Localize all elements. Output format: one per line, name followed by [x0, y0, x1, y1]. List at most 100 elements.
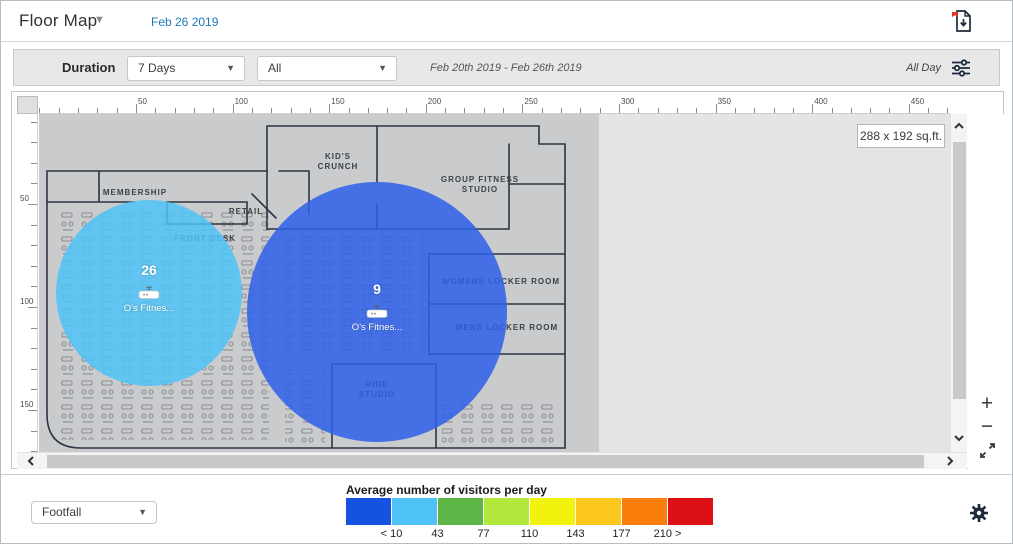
floor-size-badge: 288 x 192 sq.ft. [857, 124, 945, 148]
room-label: MEMBERSHIP [102, 188, 168, 197]
ruler-tick [696, 108, 698, 113]
ruler-major-tick [136, 104, 137, 113]
ruler-tick [734, 108, 736, 113]
ruler-tick [31, 327, 37, 329]
scroll-right-icon[interactable] [942, 453, 958, 469]
zoom-out-button[interactable]: − [976, 416, 998, 439]
legend-boundary-label: 143 [566, 528, 585, 540]
horizontal-scrollbar[interactable] [17, 452, 967, 469]
page-title[interactable]: Floor Map [19, 11, 97, 31]
sensor-icon [138, 286, 160, 299]
legend-boundary-label: 77 [477, 528, 490, 540]
scroll-left-icon[interactable] [23, 453, 39, 469]
ruler-tick [31, 245, 37, 247]
ruler-tick [31, 286, 37, 288]
sliders-icon [952, 59, 970, 77]
horizontal-scroll-thumb[interactable] [47, 455, 924, 468]
metric-select[interactable]: Footfall ▼ [31, 501, 157, 524]
duration-select-value: 7 Days [138, 61, 176, 75]
ruler-tick [31, 368, 37, 370]
zone-select-value: All [268, 61, 282, 75]
header: Floor Map ▼ Feb 26 2019 [1, 1, 1012, 42]
sensor-icon [366, 305, 388, 318]
date-range-text: Feb 20th 2019 - Feb 26th 2019 [430, 62, 582, 74]
vertical-ruler: 50 100 150 [17, 114, 38, 452]
ruler-tick-label: 200 [427, 97, 442, 106]
gear-icon [970, 504, 988, 522]
export-report-icon [952, 10, 971, 32]
ruler-tick [367, 108, 369, 113]
sensor-iconwrap [137, 284, 161, 305]
ruler-tick [599, 108, 601, 113]
ruler-tick [561, 108, 563, 113]
ruler-major-tick [715, 104, 717, 113]
ruler-tick [31, 389, 37, 391]
ruler-tick [889, 108, 891, 113]
ruler-tick [792, 108, 794, 113]
legend-boundary-label: 210 > [653, 528, 682, 540]
ruler-tick [387, 108, 389, 113]
legend-boundary-label: 110 [520, 528, 539, 540]
legend-swatch [346, 498, 391, 525]
legend-swatch [622, 498, 667, 525]
ruler-tick [754, 108, 756, 113]
ruler-tick [174, 108, 176, 113]
time-filter-button[interactable] [951, 58, 973, 80]
room-label: RETAIL [228, 207, 264, 216]
sensor-visitor-count: 9 [373, 281, 381, 297]
title-dropdown-caret-icon[interactable]: ▼ [94, 14, 105, 26]
ruler-tick [58, 108, 60, 113]
ruler-tick [31, 224, 37, 226]
ruler-tick [31, 348, 37, 350]
chevron-down-icon: ▼ [138, 507, 147, 517]
ruler-tick [657, 108, 659, 113]
legend-scale-labels: < 10 43 77 110 143 177 210 > [346, 528, 714, 541]
duration-label: Duration [62, 60, 116, 75]
ruler-tick [503, 108, 505, 113]
map-panel: 50 100 150 200 250 300 350 400 450 50 100 150 [11, 91, 1004, 469]
legend-swatch [438, 498, 483, 525]
ruler-tick-label: 150 [20, 400, 34, 409]
ruler-tick [850, 108, 852, 113]
legend-title: Average number of visitors per day [346, 483, 547, 497]
ruler-tick [773, 108, 775, 113]
ruler-tick [31, 121, 37, 123]
settings-button[interactable] [968, 502, 990, 524]
ruler-major-tick [232, 104, 234, 113]
fullscreen-button[interactable] [976, 442, 998, 464]
ruler-tick [193, 108, 195, 113]
ruler-major-tick [908, 104, 910, 113]
sensor-name: O's Fitnes... [123, 303, 175, 314]
ruler-tick [97, 108, 99, 113]
legend-color-scale [346, 498, 714, 525]
ruler-tick-label: 100 [20, 297, 34, 306]
zoom-in-button[interactable]: + [976, 393, 998, 416]
duration-select[interactable]: 7 Days ▼ [127, 56, 245, 81]
header-date[interactable]: Feb 26 2019 [151, 15, 218, 29]
ruler-tick [155, 108, 157, 113]
legend-boundary-label: < 10 [380, 528, 403, 540]
ruler-tick [31, 183, 37, 185]
sensor-iconwrap [365, 303, 389, 324]
ruler-major-tick [329, 104, 331, 113]
ruler-tick [348, 108, 350, 113]
ruler-tick [831, 108, 833, 113]
map-viewport[interactable]: MEMBERSHIPRETAILFRONT DESKKID'SCRUNCHGRO… [39, 114, 950, 452]
scroll-up-icon[interactable] [951, 118, 967, 134]
legend-swatch [530, 498, 575, 525]
horizontal-ruler: 50 100 150 200 250 300 350 400 450 [39, 96, 950, 114]
ruler-corner [17, 96, 38, 114]
vertical-scroll-thumb[interactable] [953, 142, 966, 399]
export-report-button[interactable] [950, 8, 974, 34]
vertical-scrollbar[interactable] [950, 114, 967, 452]
scroll-down-icon[interactable] [951, 430, 967, 446]
legend-swatch [576, 498, 621, 525]
fullscreen-expand-icon [979, 443, 995, 458]
ruler-tick [928, 108, 930, 113]
room-label: GROUP FITNESS STUDIO [440, 175, 520, 194]
ruler-tick [870, 108, 872, 113]
zone-select[interactable]: All ▼ [257, 56, 397, 81]
ruler-tick [947, 108, 949, 113]
ruler-tick [31, 162, 37, 164]
legend-swatch [484, 498, 529, 525]
